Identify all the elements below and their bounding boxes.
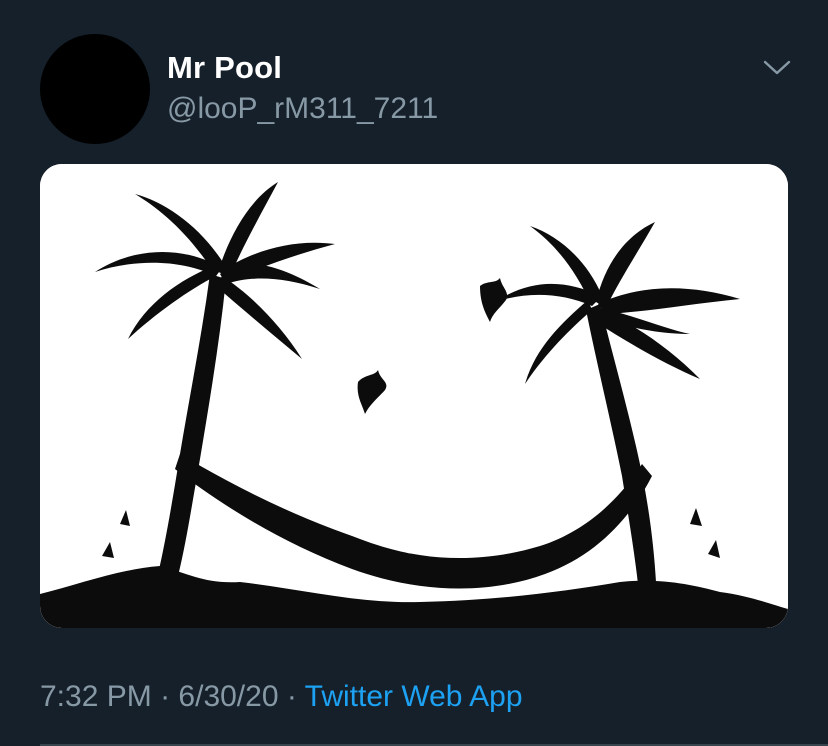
tweet-time[interactable]: 7:32 PM	[40, 680, 152, 713]
tweet-date[interactable]: 6/30/20	[178, 680, 278, 713]
tweet-media-image[interactable]	[40, 164, 788, 628]
avatar[interactable]	[40, 34, 150, 144]
tweet-meta: 7:32 PM · 6/30/20 · Twitter Web App	[40, 680, 523, 714]
tweet-card: Mr Pool @looP_rM311_7211 7:32 PM · 6/30/…	[0, 0, 828, 746]
tweet-source-link[interactable]: Twitter Web App	[305, 680, 523, 713]
meta-separator: ·	[160, 680, 171, 713]
meta-separator-2: ·	[286, 680, 297, 713]
chevron-down-icon[interactable]	[760, 54, 794, 82]
author-handle[interactable]: @looP_rM311_7211	[167, 92, 438, 126]
author-display-name[interactable]: Mr Pool	[167, 50, 282, 86]
palm-trees-hammock-image	[40, 164, 788, 628]
